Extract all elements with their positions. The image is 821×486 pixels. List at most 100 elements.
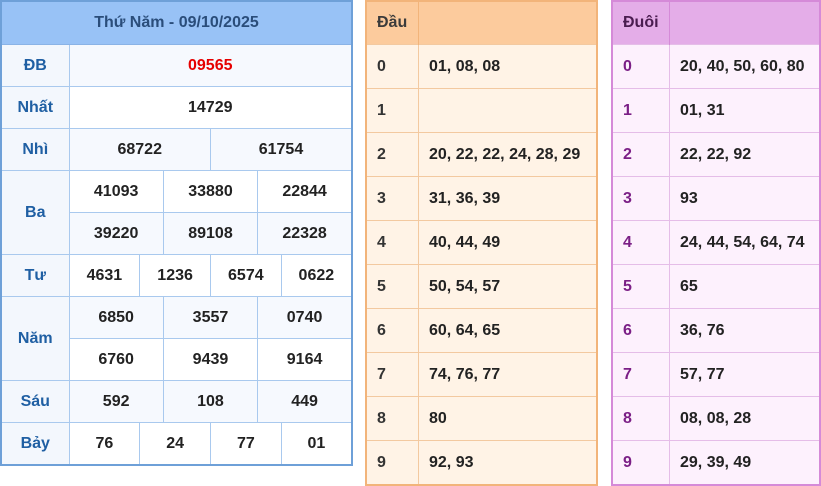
prize-value: 39220 [68, 212, 164, 255]
head-row: 1 [366, 88, 597, 133]
tail-digit: 2 [612, 132, 670, 177]
tail-header-row: Đuôi [612, 1, 820, 45]
tail-values: 93 [669, 176, 820, 221]
head-digit: 0 [366, 44, 419, 89]
head-digit: 6 [366, 308, 419, 353]
prize-label: Nhì [0, 128, 70, 171]
head-digit: 5 [366, 264, 419, 309]
tail-row: 5 65 [612, 264, 820, 309]
tail-digit: 5 [612, 264, 670, 309]
tail-row: 6 36, 76 [612, 308, 820, 353]
head-header-row: Đầu [366, 1, 597, 45]
prize-value: 33880 [162, 170, 259, 213]
prize-value: 01 [280, 422, 353, 466]
head-values: 01, 08, 08 [418, 44, 597, 89]
prize-row-first: Nhất 14729 [0, 86, 353, 129]
tail-row: 3 93 [612, 176, 820, 221]
tail-values: 01, 31 [669, 88, 820, 133]
head-values [418, 88, 597, 133]
tail-header: Đuôi [612, 1, 670, 45]
prize-row-special: ĐB 09565 [0, 44, 353, 87]
prize-row-sixth: Sáu 592 108 449 [0, 380, 353, 423]
prize-value: 9439 [162, 338, 259, 381]
prize-value: 14729 [68, 86, 353, 129]
tail-values: 24, 44, 54, 64, 74 [669, 220, 820, 265]
prize-value: 41093 [68, 170, 164, 213]
prize-value-special: 09565 [68, 44, 353, 87]
prize-value: 0740 [257, 296, 353, 339]
tail-digit: 3 [612, 176, 670, 221]
tail-digit: 1 [612, 88, 670, 133]
head-values: 40, 44, 49 [418, 220, 597, 265]
prize-label: Ba [0, 170, 70, 255]
prize-row-second: Nhì 68722 61754 [0, 128, 353, 171]
head-digit: 1 [366, 88, 419, 133]
head-values: 31, 36, 39 [418, 176, 597, 221]
prize-value: 76 [68, 422, 141, 466]
head-header-blank [418, 1, 597, 45]
tail-digit: 4 [612, 220, 670, 265]
head-values: 60, 64, 65 [418, 308, 597, 353]
prize-value: 6574 [209, 254, 282, 297]
head-digit: 3 [366, 176, 419, 221]
head-digits-table: Đầu 0 01, 08, 08 1 2 20, 22, 22, 24, 28, 2… [365, 0, 598, 486]
prize-label: ĐB [0, 44, 70, 87]
prize-row-seventh: Bảy 76 24 77 01 [0, 422, 353, 466]
prize-label: Tư [0, 254, 70, 297]
head-values: 74, 76, 77 [418, 352, 597, 397]
head-values: 50, 54, 57 [418, 264, 597, 309]
head-digit: 8 [366, 396, 419, 441]
head-row: 6 60, 64, 65 [366, 308, 597, 353]
prize-value: 6850 [68, 296, 164, 339]
prize-label: Bảy [0, 422, 70, 466]
tail-values: 20, 40, 50, 60, 80 [669, 44, 820, 89]
prize-value: 22328 [257, 212, 353, 255]
prize-value: 6760 [68, 338, 164, 381]
tail-row: 7 57, 77 [612, 352, 820, 397]
head-digit: 7 [366, 352, 419, 397]
prize-row-fourth: Tư 4631 1236 6574 0622 [0, 254, 353, 297]
prize-value: 592 [68, 380, 164, 423]
tail-row: 4 24, 44, 54, 64, 74 [612, 220, 820, 265]
tail-values: 57, 77 [669, 352, 820, 397]
head-row: 2 20, 22, 22, 24, 28, 29 [366, 132, 597, 177]
head-digit: 4 [366, 220, 419, 265]
results-title: Thứ Năm - 09/10/2025 [1, 1, 352, 45]
prize-value: 24 [139, 422, 211, 466]
prize-value: 4631 [68, 254, 141, 297]
prize-value: 9164 [257, 338, 353, 381]
head-row: 8 80 [366, 396, 597, 441]
head-row: 0 01, 08, 08 [366, 44, 597, 89]
prize-row-fifth: Năm 6850 3557 0740 [0, 296, 353, 381]
tail-digit: 6 [612, 308, 670, 353]
prize-value: 108 [162, 380, 259, 423]
tail-values: 08, 08, 28 [669, 396, 820, 441]
prize-row-third: Ba 41093 33880 22844 [0, 170, 353, 255]
prize-value: 0622 [280, 254, 353, 297]
head-values: 20, 22, 22, 24, 28, 29 [418, 132, 597, 177]
prize-value: 449 [257, 380, 353, 423]
results-table: Thứ Năm - 09/10/2025 ĐB 09565 Nhất 14729… [0, 0, 353, 466]
tail-values: 65 [669, 264, 820, 309]
head-values: 80 [418, 396, 597, 441]
prize-label: Năm [0, 296, 70, 381]
head-row: 3 31, 36, 39 [366, 176, 597, 221]
tail-values: 22, 22, 92 [669, 132, 820, 177]
prize-value: 89108 [162, 212, 259, 255]
tail-header-blank [669, 1, 820, 45]
tail-row: 8 08, 08, 28 [612, 396, 820, 441]
prize-value: 1236 [139, 254, 211, 297]
tail-row: 2 22, 22, 92 [612, 132, 820, 177]
prize-value: 61754 [209, 128, 353, 171]
prize-value: 22844 [257, 170, 353, 213]
tail-digit: 8 [612, 396, 670, 441]
tail-row: 1 01, 31 [612, 88, 820, 133]
prize-value: 77 [209, 422, 282, 466]
prize-value: 68722 [68, 128, 211, 171]
tail-digit: 7 [612, 352, 670, 397]
head-row: 5 50, 54, 57 [366, 264, 597, 309]
head-header: Đầu [366, 1, 419, 45]
prize-label: Sáu [0, 380, 70, 423]
tail-digits-table: Đuôi 0 20, 40, 50, 60, 80 1 01, 31 2 22, 22… [611, 0, 821, 486]
prize-label: Nhất [0, 86, 70, 129]
